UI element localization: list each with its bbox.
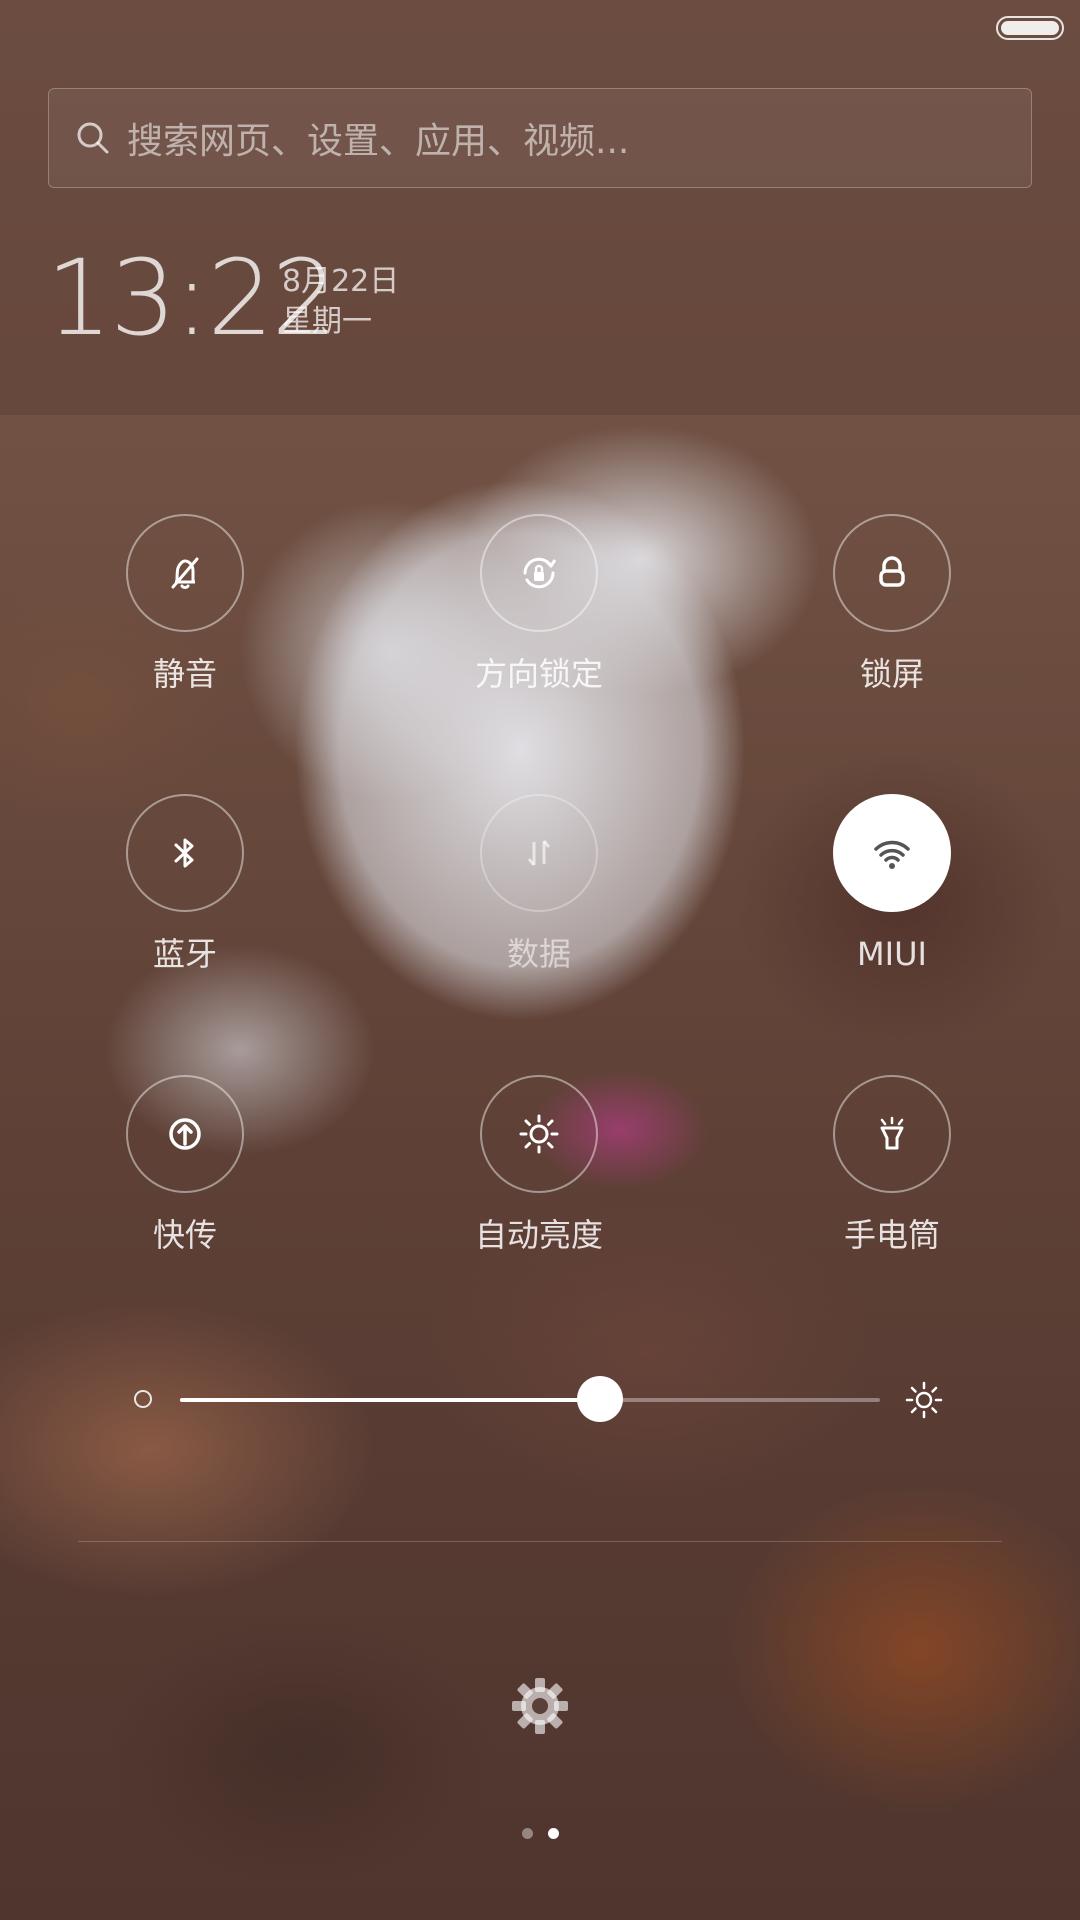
bell-off-icon: [171, 557, 199, 589]
brightness-thumb[interactable]: [577, 1376, 623, 1422]
brightness-high-icon: [905, 1381, 943, 1419]
brightness-fill: [180, 1398, 600, 1402]
toggle-transfer[interactable]: 快传: [85, 1075, 285, 1255]
flashlight-icon: [880, 1116, 904, 1150]
date-label: 8月22日: [282, 264, 400, 299]
toggle-auto-brightness-label: 自动亮度: [474, 1216, 603, 1254]
toggle-silent[interactable]: 静音: [85, 514, 285, 694]
toggle-transfer-button[interactable]: [126, 1075, 244, 1193]
toggle-mobile-data-button[interactable]: [480, 794, 598, 912]
toggle-flashlight[interactable]: 手电筒: [792, 1075, 992, 1255]
toggle-rotation-lock-label: 方向锁定: [474, 655, 603, 693]
toggle-flashlight-label: 手电筒: [843, 1216, 940, 1254]
toggle-auto-brightness-button[interactable]: [480, 1075, 598, 1193]
toggle-lock-screen-button[interactable]: [833, 514, 951, 632]
toggle-lock-screen[interactable]: 锁屏: [792, 514, 992, 694]
wifi-icon: [874, 840, 910, 869]
toggle-auto-brightness[interactable]: 自动亮度: [439, 1075, 639, 1255]
toggle-silent-label: 静音: [152, 655, 217, 693]
lock-icon: [879, 556, 905, 587]
toggle-bluetooth-label: 蓝牙: [152, 935, 217, 973]
gear-icon[interactable]: [510, 1676, 570, 1736]
search-icon: [77, 122, 109, 154]
search-bar[interactable]: 搜索网页、设置、应用、视频...: [48, 88, 1032, 188]
page-dot-2[interactable]: [548, 1828, 559, 1839]
toggle-mobile-data-label: 数据: [506, 935, 571, 973]
battery-full-icon: [996, 16, 1064, 40]
page-dot-1[interactable]: [522, 1828, 533, 1839]
toggle-rotation-lock[interactable]: 方向锁定: [439, 514, 639, 694]
toggle-rotation-lock-button[interactable]: [480, 514, 598, 632]
toggle-bluetooth-button[interactable]: [126, 794, 244, 912]
toggle-lock-screen-label: 锁屏: [859, 655, 924, 693]
toggle-mobile-data[interactable]: 数据: [439, 794, 639, 974]
search-placeholder: 搜索网页、设置、应用、视频...: [127, 121, 630, 162]
toggle-flashlight-button[interactable]: [833, 1075, 951, 1193]
bluetooth-icon: [174, 838, 194, 868]
toggle-transfer-label: 快传: [152, 1216, 217, 1254]
transfer-icon: [169, 1118, 201, 1150]
weekday-label: 星期一: [282, 304, 372, 339]
toggle-bluetooth[interactable]: 蓝牙: [85, 794, 285, 974]
brightness-low-icon: [134, 1390, 152, 1408]
toggle-wifi-label: MIUI: [857, 935, 927, 973]
page-indicator: [522, 1828, 562, 1840]
toggle-silent-button[interactable]: [126, 514, 244, 632]
brightness-track[interactable]: [180, 1376, 880, 1422]
rotation-lock-icon: [523, 557, 557, 589]
brightness-slider[interactable]: [130, 1376, 950, 1422]
divider: [78, 1541, 1002, 1542]
toggle-wifi-button[interactable]: [833, 794, 951, 912]
auto-brightness-icon: [519, 1114, 559, 1154]
toggle-wifi[interactable]: MIUI: [792, 794, 992, 974]
clock-date[interactable]: 8月22日 星期一: [282, 262, 399, 342]
mobile-data-icon: [527, 840, 551, 866]
